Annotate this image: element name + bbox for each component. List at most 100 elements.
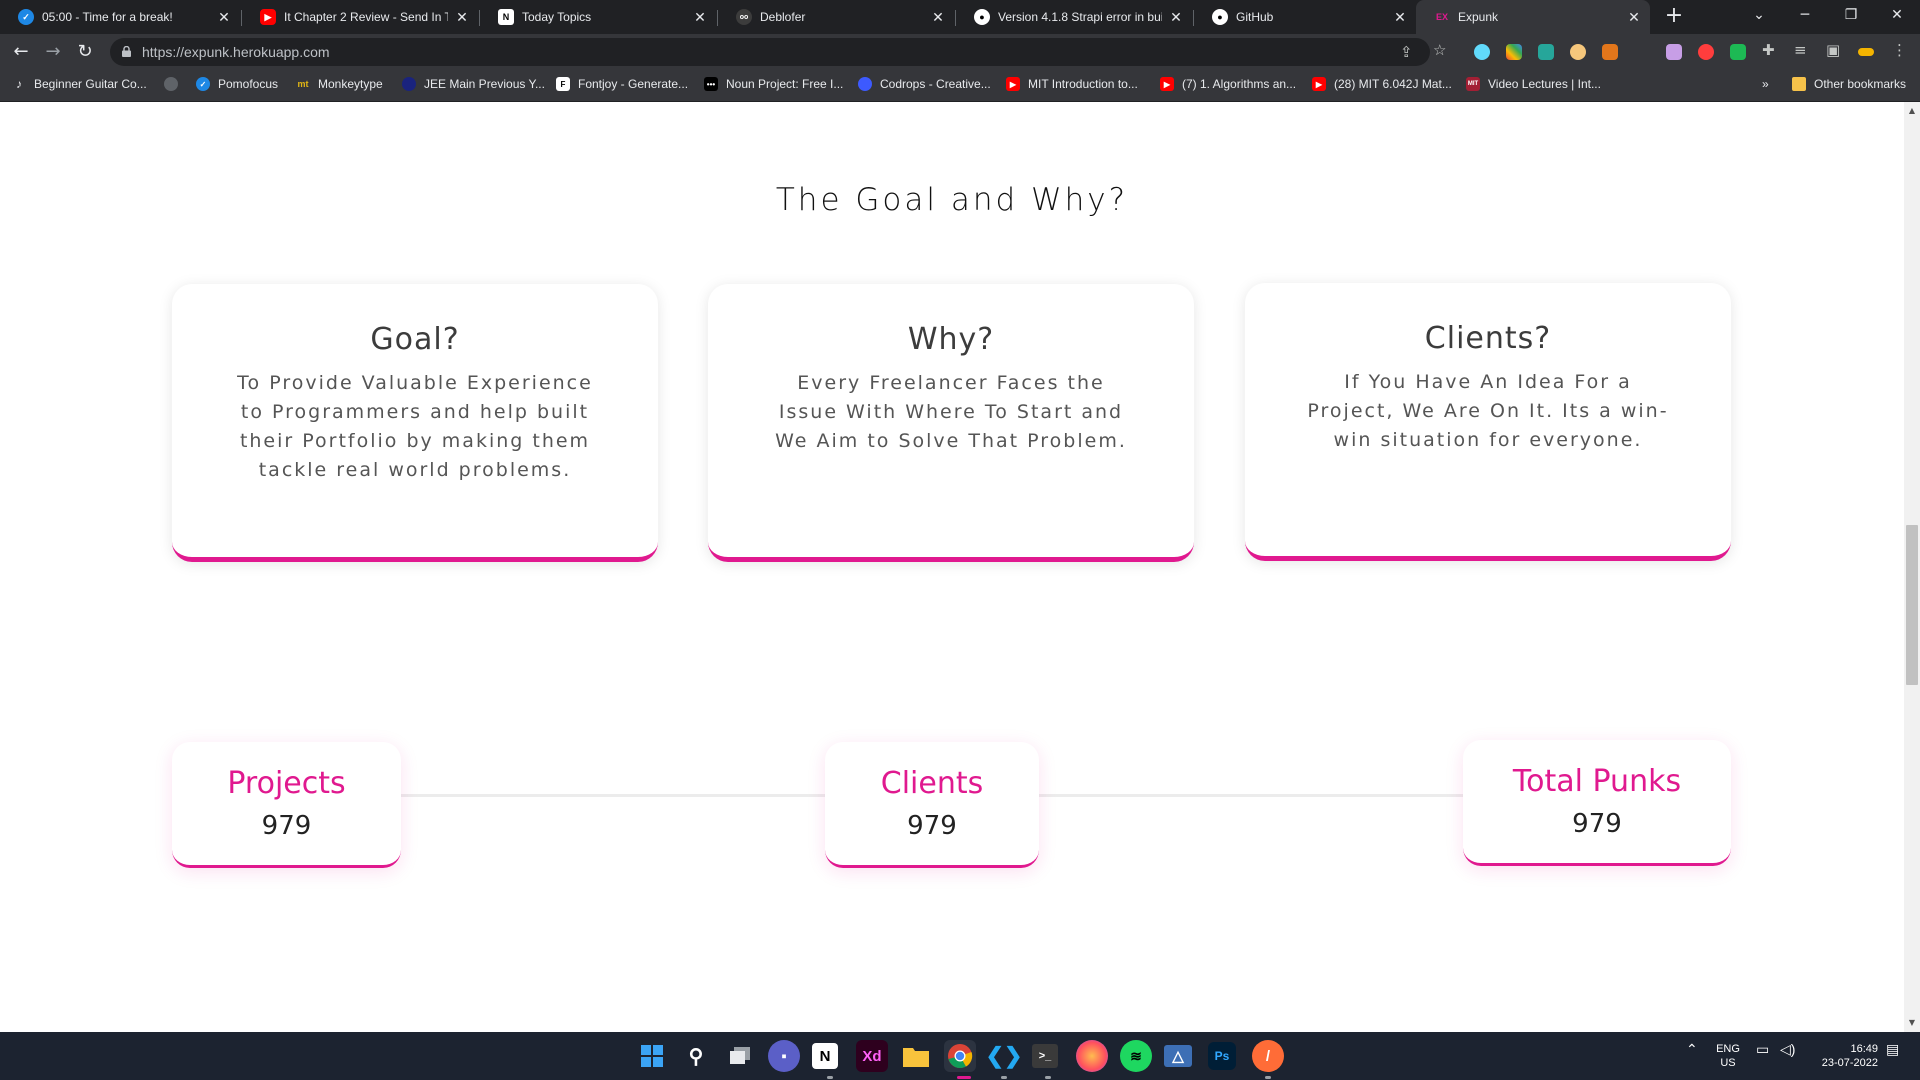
extension-bars-icon[interactable]: [1666, 44, 1682, 60]
extension-play-icon[interactable]: [1698, 44, 1714, 60]
bookmark-monkeytype[interactable]: mt Monkeytype: [296, 77, 383, 91]
forward-arrow-icon[interactable]: →: [42, 41, 64, 63]
new-tab-button[interactable]: +: [1662, 5, 1686, 29]
bookmark-beginner-guitar[interactable]: ♪ Beginner Guitar Co...: [12, 77, 147, 91]
why-card: Why? Every Freelancer Faces the Issue Wi…: [708, 284, 1194, 562]
close-icon[interactable]: ✕: [216, 9, 232, 26]
photos-icon[interactable]: △: [1164, 1045, 1192, 1067]
close-icon[interactable]: ✕: [1168, 9, 1184, 26]
stat-total-punks: Total Punks 979: [1463, 740, 1731, 866]
close-icon[interactable]: ✕: [692, 9, 708, 26]
bookmark-codrops[interactable]: Codrops - Creative...: [858, 77, 991, 91]
bookmark-fontjoy[interactable]: F Fontjoy - Generate...: [556, 77, 688, 91]
firefox-icon[interactable]: [1076, 1040, 1108, 1072]
teams-chat-icon[interactable]: ▪: [768, 1040, 800, 1072]
colorzilla-icon[interactable]: [1506, 44, 1522, 60]
card-text: Every Freelancer Faces the Issue With Wh…: [775, 372, 1127, 452]
vscode-icon[interactable]: ❮❯: [986, 1040, 1023, 1072]
back-arrow-icon[interactable]: ←: [10, 41, 32, 63]
globe-icon: [164, 77, 178, 91]
stat-value: 979: [907, 811, 957, 841]
youtube-icon: ▶: [260, 9, 276, 25]
bookmark-pomofocus[interactable]: ✓ Pomofocus: [196, 77, 278, 91]
tab-youtube-it-chapter-2[interactable]: ▶ It Chapter 2 Review - Send In Th ✕: [242, 0, 478, 34]
tab-search-chevron-icon[interactable]: ⌄: [1736, 0, 1782, 34]
restore-button[interactable]: ❐: [1828, 0, 1874, 34]
stat-label: Total Punks: [1512, 764, 1682, 799]
tab-today-topics[interactable]: N Today Topics ✕: [480, 0, 716, 34]
postman-icon[interactable]: /: [1252, 1040, 1284, 1072]
extension-flag-icon[interactable]: [1730, 44, 1746, 60]
search-icon[interactable]: ⚲: [680, 1040, 712, 1072]
react-devtools-icon[interactable]: [1474, 44, 1490, 60]
extension-egg-icon[interactable]: [1570, 44, 1586, 60]
close-icon[interactable]: ✕: [1392, 9, 1408, 26]
reading-list-icon[interactable]: ≡: [1794, 41, 1807, 59]
tab-title: Expunk: [1458, 10, 1499, 24]
close-window-button[interactable]: ✕: [1874, 0, 1920, 34]
tab-title: Deblofer: [760, 10, 806, 24]
photoshop-icon[interactable]: Ps: [1208, 1042, 1236, 1070]
bookmark-mit-intro[interactable]: ▶ MIT Introduction to...: [1006, 77, 1138, 91]
bookmark-jee-main[interactable]: JEE Main Previous Y...: [402, 77, 545, 91]
tab-deblofer[interactable]: oo Deblofer ✕: [718, 0, 954, 34]
close-icon[interactable]: ✕: [930, 9, 946, 26]
tab-pomofocus[interactable]: ✓ 05:00 - Time for a break! ✕: [0, 0, 240, 34]
scroll-up-arrow-icon[interactable]: ▲: [1904, 104, 1920, 118]
jee-icon: [402, 77, 416, 91]
deblofer-icon: oo: [736, 9, 752, 25]
close-icon[interactable]: ✕: [1626, 9, 1642, 26]
tab-title: Version 4.1.8 Strapi error in buil: [998, 10, 1162, 24]
windows-start-icon[interactable]: [636, 1040, 668, 1072]
extension-mail-icon[interactable]: [1538, 44, 1554, 60]
tray-chevron-up-icon[interactable]: ⌃: [1686, 1042, 1698, 1056]
goal-card: Goal? To Provide Valuable Experience to …: [172, 284, 658, 562]
other-bookmarks[interactable]: Other bookmarks: [1792, 77, 1906, 91]
fontjoy-icon: F: [556, 77, 570, 91]
reload-icon[interactable]: ↻: [74, 41, 96, 63]
more-bookmarks-chevron[interactable]: »: [1762, 77, 1769, 91]
volume-icon[interactable]: ◁): [1780, 1042, 1795, 1056]
youtube-icon: ▶: [1006, 77, 1020, 91]
bookmark-algorithms[interactable]: ▶ (7) 1. Algorithms an...: [1160, 77, 1296, 91]
tab-strip: ✓ 05:00 - Time for a break! ✕ ▶ It Chapt…: [0, 0, 1920, 34]
network-icon[interactable]: ▭: [1756, 1042, 1769, 1056]
running-indicator: [1001, 1076, 1007, 1079]
bookmark-globe[interactable]: [164, 77, 186, 91]
bookmark-mit-6042[interactable]: ▶ (28) MIT 6.042J Mat...: [1312, 77, 1452, 91]
chrome-icon[interactable]: [944, 1040, 976, 1072]
page-scrollbar-thumb[interactable]: [1906, 525, 1918, 685]
language-indicator[interactable]: ENG US: [1712, 1042, 1744, 1070]
section-title: The Goal and Why?: [775, 182, 1129, 218]
side-panel-icon[interactable]: ▣: [1826, 41, 1840, 59]
close-icon[interactable]: ✕: [454, 9, 470, 26]
share-icon[interactable]: ⇪: [1400, 43, 1413, 61]
menu-kebab-icon[interactable]: ⋮: [1892, 41, 1907, 59]
bookmark-video-lectures[interactable]: MIT Video Lectures | Int...: [1466, 77, 1601, 91]
adobe-xd-icon[interactable]: Xd: [856, 1040, 888, 1072]
tab-title: 05:00 - Time for a break!: [42, 10, 173, 24]
clients-card: Clients? If You Have An Idea For a Proje…: [1245, 283, 1731, 561]
notifications-icon[interactable]: ▤: [1886, 1042, 1899, 1056]
terminal-icon[interactable]: >_: [1032, 1044, 1058, 1068]
minimize-button[interactable]: ─: [1782, 0, 1828, 34]
task-view-icon[interactable]: [724, 1040, 756, 1072]
notion-icon[interactable]: N: [812, 1043, 838, 1069]
metamask-icon[interactable]: [1602, 44, 1618, 60]
address-bar[interactable]: https://expunk.herokuapp.com ⇪: [110, 38, 1430, 66]
tab-github[interactable]: ● GitHub ✕: [1194, 0, 1416, 34]
clock[interactable]: 16:49 23-07-2022: [1806, 1042, 1878, 1070]
active-app-indicator: [957, 1076, 971, 1079]
github-icon: ●: [1212, 9, 1228, 25]
running-indicator: [1265, 1076, 1271, 1079]
spotify-icon[interactable]: ≋: [1120, 1040, 1152, 1072]
tab-strapi-error[interactable]: ● Version 4.1.8 Strapi error in buil ✕: [956, 0, 1192, 34]
profile-badge-icon[interactable]: [1858, 48, 1874, 56]
file-explorer-icon[interactable]: [900, 1040, 932, 1072]
extensions-puzzle-icon[interactable]: ✚: [1762, 41, 1775, 59]
bookmark-star-icon[interactable]: ☆: [1433, 41, 1446, 59]
scroll-down-arrow-icon[interactable]: ▼: [1904, 1016, 1920, 1030]
stat-label: Clients: [880, 766, 984, 801]
bookmark-noun-project[interactable]: ••• Noun Project: Free I...: [704, 77, 843, 91]
tab-expunk[interactable]: EX Expunk ✕: [1416, 0, 1650, 34]
